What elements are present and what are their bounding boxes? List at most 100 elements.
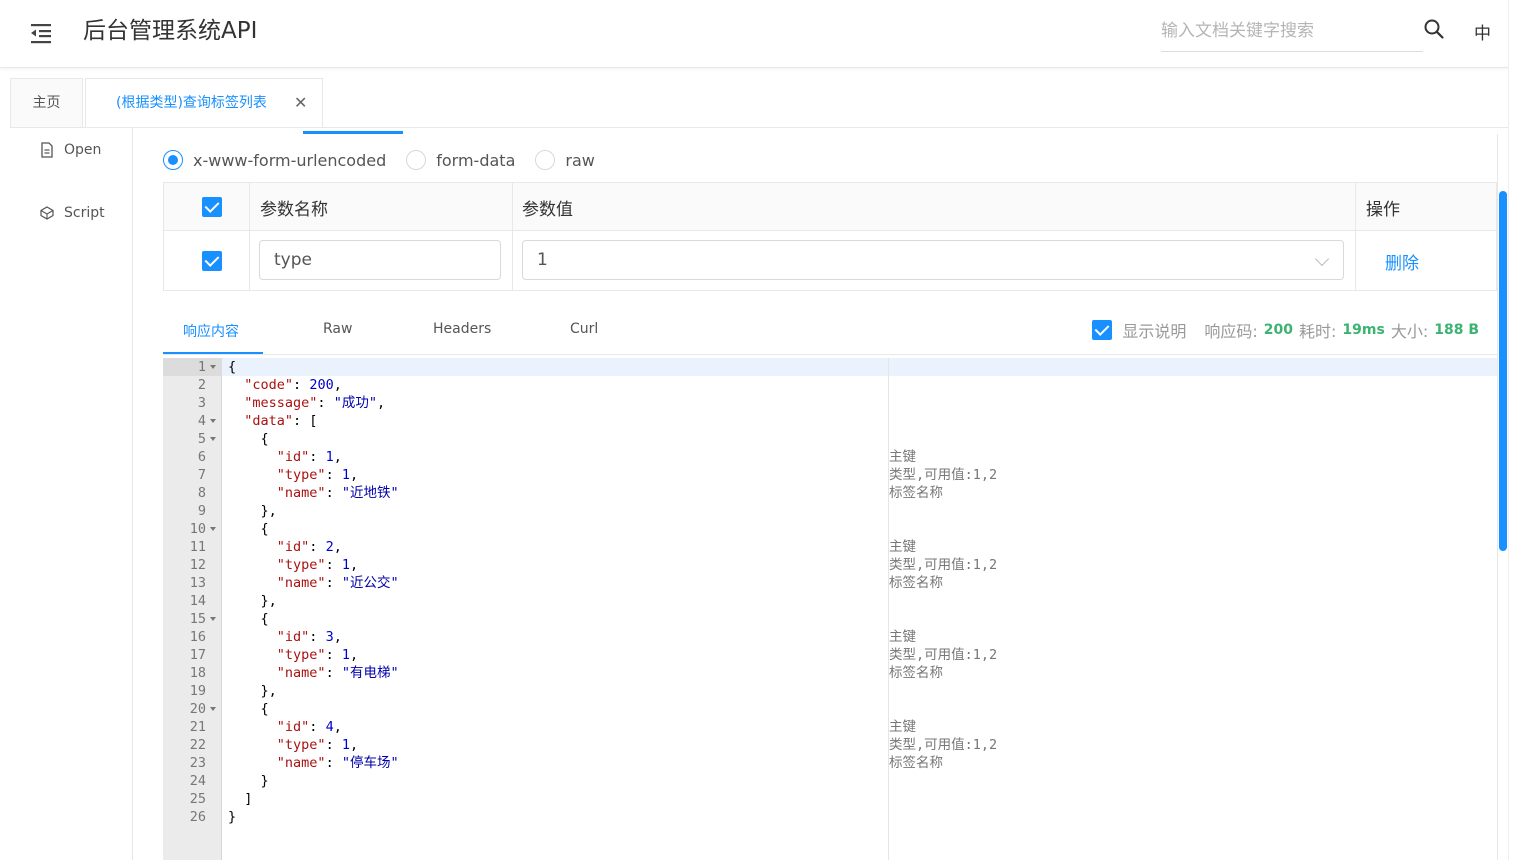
scroll-thumb[interactable] — [1499, 191, 1507, 551]
radio-form-data[interactable]: form-data — [406, 150, 515, 170]
header-param-value: 参数值 — [522, 200, 573, 220]
side-item-script[interactable]: Script — [40, 205, 105, 221]
line-number: 15 — [189, 611, 206, 627]
field-description: 标签名称 — [889, 485, 943, 501]
fold-arrow-icon[interactable] — [210, 527, 216, 531]
code-text: "id": 1, — [276, 449, 342, 465]
line-number: 7 — [197, 467, 206, 483]
radio-unchecked-icon — [406, 150, 427, 170]
code-text: "data": [ — [244, 413, 318, 429]
field-description: 类型,可用值:1,2 — [889, 737, 998, 753]
tab-home[interactable]: 主页 — [10, 78, 83, 128]
radio-urlencoded[interactable]: x-www-form-urlencoded — [163, 150, 386, 170]
line-number: 21 — [189, 719, 206, 735]
tabs-divider — [10, 127, 1508, 128]
line-number: 20 — [189, 701, 206, 717]
code-text: "id": 2, — [276, 539, 342, 555]
app-title: 后台管理系统API — [83, 18, 258, 44]
radio-raw[interactable]: raw — [535, 150, 595, 170]
code-text: "id": 4, — [276, 719, 342, 735]
code-text: }, — [228, 503, 277, 519]
line-number: 4 — [197, 413, 206, 429]
menu-fold-icon[interactable] — [28, 20, 54, 46]
code-line: 2 "code": 200, — [163, 376, 1497, 394]
code-text: } — [228, 809, 237, 825]
code-line: 5 { — [163, 430, 1497, 448]
code-text: "type": 1, — [276, 737, 359, 753]
code-line: 21 "id": 4, 主键 — [163, 718, 1497, 736]
fold-arrow-icon[interactable] — [210, 419, 216, 423]
search-input[interactable] — [1161, 12, 1423, 50]
code-text: "message": "成功", — [244, 395, 386, 411]
tab-label: (根据类型)查询标签列表 — [116, 95, 267, 111]
field-description: 类型,可用值:1,2 — [889, 557, 998, 573]
param-value-select[interactable]: 1 — [522, 240, 1344, 280]
code-line: 10 { — [163, 520, 1497, 538]
fold-arrow-icon[interactable] — [210, 707, 216, 711]
close-icon[interactable]: ✕ — [294, 79, 307, 127]
code-icon — [40, 206, 54, 220]
header-param-name: 参数名称 — [260, 200, 328, 220]
search-icon[interactable] — [1423, 18, 1445, 40]
line-number: 18 — [189, 665, 206, 681]
field-description: 标签名称 — [889, 755, 943, 771]
tab-raw[interactable]: Raw — [323, 321, 352, 337]
code-line: 26} — [163, 808, 1497, 826]
code-text: "code": 200, — [244, 377, 342, 393]
code-text: "id": 3, — [276, 629, 342, 645]
line-number: 17 — [189, 647, 206, 663]
radio-label: raw — [565, 150, 595, 170]
line-number: 6 — [197, 449, 206, 465]
row-checkbox[interactable] — [202, 251, 222, 271]
line-number: 14 — [189, 593, 206, 609]
status-code-label: 响应码: — [1204, 322, 1258, 341]
table-header — [164, 183, 1496, 231]
fold-arrow-icon[interactable] — [210, 365, 216, 369]
show-desc-checkbox[interactable] — [1092, 320, 1113, 340]
code-line: 9 }, — [163, 502, 1497, 520]
side-menu: Open Script — [0, 128, 133, 860]
fold-arrow-icon[interactable] — [210, 617, 216, 621]
line-number: 11 — [189, 539, 206, 555]
line-number: 25 — [189, 791, 206, 807]
code-text: } — [228, 773, 269, 789]
code-line: 14 }, — [163, 592, 1497, 610]
param-name-input[interactable] — [259, 240, 501, 280]
code-line: 1{ — [163, 358, 1497, 376]
line-number: 23 — [189, 755, 206, 771]
line-number: 8 — [197, 485, 206, 501]
show-desc-label: 显示说明 — [1122, 322, 1187, 341]
document-icon — [41, 142, 53, 158]
code-line: 24 } — [163, 772, 1497, 790]
radio-label: x-www-form-urlencoded — [193, 150, 387, 170]
code-text: ] — [228, 791, 253, 807]
tab-response-content[interactable]: 响应内容 — [183, 321, 239, 341]
column-divider — [512, 183, 513, 290]
tab-query-tag-list[interactable]: (根据类型)查询标签列表 ✕ — [85, 78, 323, 128]
select-all-checkbox[interactable] — [202, 197, 222, 217]
column-divider — [1355, 183, 1356, 290]
code-text: "type": 1, — [276, 647, 359, 663]
tab-headers[interactable]: Headers — [433, 321, 491, 337]
size-value: 188 B — [1434, 322, 1479, 338]
response-editor[interactable]: 1{2 "code": 200, 3 "message": "成功", 4 "dat… — [163, 358, 1497, 860]
params-table: 参数名称 参数值 操作 1 删除 — [163, 182, 1497, 291]
line-number: 24 — [189, 773, 206, 789]
chevron-down-icon — [1314, 251, 1330, 267]
code-line: 12 "type": 1, 类型,可用值:1,2 — [163, 556, 1497, 574]
vertical-scrollbar[interactable] — [1497, 134, 1508, 860]
radio-label: form-data — [436, 150, 516, 170]
code-text: { — [228, 359, 237, 375]
tab-curl[interactable]: Curl — [570, 321, 598, 337]
fold-arrow-icon[interactable] — [210, 437, 216, 441]
code-line: 6 "id": 1, 主键 — [163, 448, 1497, 466]
code-line: 13 "name": "近公交" 标签名称 — [163, 574, 1497, 592]
language-switch[interactable]: 中 — [1474, 19, 1491, 44]
line-number: 12 — [189, 557, 206, 573]
code-line: 16 "id": 3, 主键 — [163, 628, 1497, 646]
status-code-value: 200 — [1263, 322, 1293, 338]
window-edge — [1508, 0, 1514, 860]
side-item-open[interactable]: Open — [40, 142, 101, 158]
time-label: 耗时: — [1299, 322, 1337, 341]
delete-param-button[interactable]: 删除 — [1385, 249, 1419, 274]
